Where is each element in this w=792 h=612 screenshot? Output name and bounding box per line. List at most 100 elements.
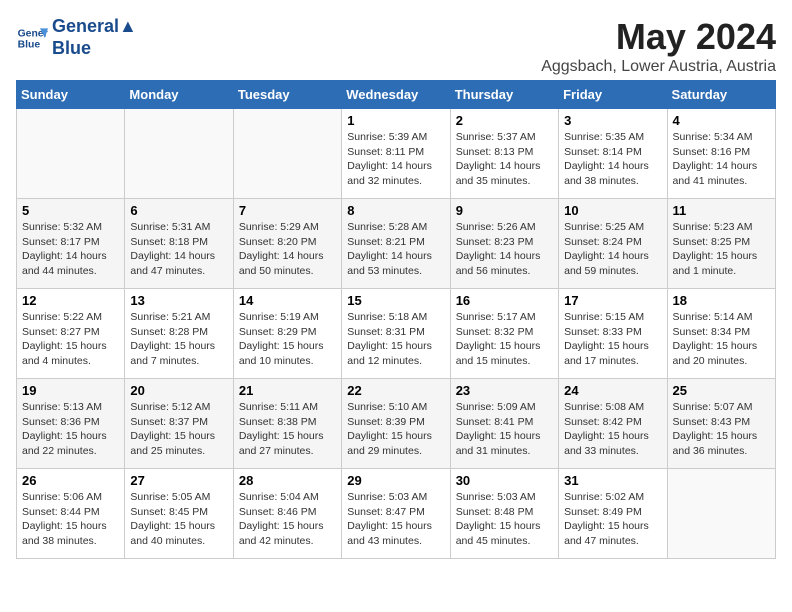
calendar-cell: 26Sunrise: 5:06 AM Sunset: 8:44 PM Dayli…	[17, 469, 125, 559]
day-number: 11	[673, 203, 770, 218]
day-info: Sunrise: 5:07 AM Sunset: 8:43 PM Dayligh…	[673, 400, 770, 459]
calendar-cell	[667, 469, 775, 559]
logo: General Blue General▲ Blue	[16, 16, 137, 59]
day-info: Sunrise: 5:22 AM Sunset: 8:27 PM Dayligh…	[22, 310, 119, 369]
calendar-cell: 8Sunrise: 5:28 AM Sunset: 8:21 PM Daylig…	[342, 199, 450, 289]
day-number: 1	[347, 113, 444, 128]
logo-icon: General Blue	[16, 22, 48, 54]
calendar-cell: 25 Sunrise: 5:07 AM Sunset: 8:43 PM Dayli…	[667, 379, 775, 469]
calendar-week-row: 26Sunrise: 5:06 AM Sunset: 8:44 PM Dayli…	[17, 469, 776, 559]
calendar-header-cell: Wednesday	[342, 81, 450, 109]
day-number: 10	[564, 203, 661, 218]
calendar-cell: 13 Sunrise: 5:21 AM Sunset: 8:28 PM Dayli…	[125, 289, 233, 379]
calendar-header-cell: Monday	[125, 81, 233, 109]
day-info: Sunrise: 5:26 AM Sunset: 8:23 PM Dayligh…	[456, 220, 553, 279]
day-number: 18	[673, 293, 770, 308]
calendar-cell: 6 Sunrise: 5:31 AM Sunset: 8:18 PM Daylig…	[125, 199, 233, 289]
day-number: 24	[564, 383, 661, 398]
calendar-week-row: 19 Sunrise: 5:13 AM Sunset: 8:36 PM Dayli…	[17, 379, 776, 469]
day-info: Sunrise: 5:10 AM Sunset: 8:39 PM Dayligh…	[347, 400, 444, 459]
day-number: 20	[130, 383, 227, 398]
calendar-cell: 3 Sunrise: 5:35 AM Sunset: 8:14 PM Daylig…	[559, 109, 667, 199]
day-number: 27	[130, 473, 227, 488]
day-info: Sunrise: 5:21 AM Sunset: 8:28 PM Dayligh…	[130, 310, 227, 369]
calendar-week-row: 12 Sunrise: 5:22 AM Sunset: 8:27 PM Dayli…	[17, 289, 776, 379]
calendar-cell: 21 Sunrise: 5:11 AM Sunset: 8:38 PM Dayli…	[233, 379, 341, 469]
day-number: 12	[22, 293, 119, 308]
calendar-header-cell: Saturday	[667, 81, 775, 109]
calendar-cell: 1 Sunrise: 5:39 AM Sunset: 8:11 PM Daylig…	[342, 109, 450, 199]
day-info: Sunrise: 5:29 AM Sunset: 8:20 PM Dayligh…	[239, 220, 336, 279]
day-number: 21	[239, 383, 336, 398]
day-number: 25	[673, 383, 770, 398]
day-info: Sunrise: 5:03 AM Sunset: 8:47 PM Dayligh…	[347, 490, 444, 549]
day-info: Sunrise: 5:12 AM Sunset: 8:37 PM Dayligh…	[130, 400, 227, 459]
day-number: 28	[239, 473, 336, 488]
day-number: 13	[130, 293, 227, 308]
calendar-cell: 22 Sunrise: 5:10 AM Sunset: 8:39 PM Dayli…	[342, 379, 450, 469]
day-info: Sunrise: 5:03 AM Sunset: 8:48 PM Dayligh…	[456, 490, 553, 549]
day-number: 29	[347, 473, 444, 488]
calendar-cell: 30 Sunrise: 5:03 AM Sunset: 8:48 PM Dayli…	[450, 469, 558, 559]
day-number: 8	[347, 203, 444, 218]
calendar-title: May 2024	[541, 16, 776, 58]
day-info: Sunrise: 5:23 AM Sunset: 8:25 PM Dayligh…	[673, 220, 770, 279]
day-info: Sunrise: 5:35 AM Sunset: 8:14 PM Dayligh…	[564, 130, 661, 189]
calendar-cell	[17, 109, 125, 199]
day-number: 5	[22, 203, 119, 218]
day-number: 26	[22, 473, 119, 488]
day-info: Sunrise: 5:39 AM Sunset: 8:11 PM Dayligh…	[347, 130, 444, 189]
calendar-cell: 27 Sunrise: 5:05 AM Sunset: 8:45 PM Dayli…	[125, 469, 233, 559]
day-info: Sunrise: 5:14 AM Sunset: 8:34 PM Dayligh…	[673, 310, 770, 369]
day-info: Sunrise: 5:13 AM Sunset: 8:36 PM Dayligh…	[22, 400, 119, 459]
calendar-table: SundayMondayTuesdayWednesdayThursdayFrid…	[16, 80, 776, 559]
calendar-cell: 28Sunrise: 5:04 AM Sunset: 8:46 PM Dayli…	[233, 469, 341, 559]
calendar-cell: 14 Sunrise: 5:19 AM Sunset: 8:29 PM Dayli…	[233, 289, 341, 379]
calendar-header-row: SundayMondayTuesdayWednesdayThursdayFrid…	[17, 81, 776, 109]
calendar-cell: 7 Sunrise: 5:29 AM Sunset: 8:20 PM Daylig…	[233, 199, 341, 289]
day-info: Sunrise: 5:11 AM Sunset: 8:38 PM Dayligh…	[239, 400, 336, 459]
day-number: 7	[239, 203, 336, 218]
calendar-cell: 19 Sunrise: 5:13 AM Sunset: 8:36 PM Dayli…	[17, 379, 125, 469]
day-number: 6	[130, 203, 227, 218]
calendar-cell	[233, 109, 341, 199]
calendar-cell: 11 Sunrise: 5:23 AM Sunset: 8:25 PM Dayli…	[667, 199, 775, 289]
calendar-cell: 2Sunrise: 5:37 AM Sunset: 8:13 PM Daylig…	[450, 109, 558, 199]
calendar-cell: 17Sunrise: 5:15 AM Sunset: 8:33 PM Dayli…	[559, 289, 667, 379]
day-info: Sunrise: 5:05 AM Sunset: 8:45 PM Dayligh…	[130, 490, 227, 549]
day-number: 23	[456, 383, 553, 398]
day-info: Sunrise: 5:34 AM Sunset: 8:16 PM Dayligh…	[673, 130, 770, 189]
day-number: 31	[564, 473, 661, 488]
day-info: Sunrise: 5:31 AM Sunset: 8:18 PM Dayligh…	[130, 220, 227, 279]
day-number: 14	[239, 293, 336, 308]
calendar-cell: 23 Sunrise: 5:09 AM Sunset: 8:41 PM Dayli…	[450, 379, 558, 469]
calendar-cell: 4Sunrise: 5:34 AM Sunset: 8:16 PM Daylig…	[667, 109, 775, 199]
calendar-cell: 10Sunrise: 5:25 AM Sunset: 8:24 PM Dayli…	[559, 199, 667, 289]
day-info: Sunrise: 5:09 AM Sunset: 8:41 PM Dayligh…	[456, 400, 553, 459]
day-info: Sunrise: 5:19 AM Sunset: 8:29 PM Dayligh…	[239, 310, 336, 369]
day-number: 17	[564, 293, 661, 308]
day-number: 19	[22, 383, 119, 398]
day-info: Sunrise: 5:32 AM Sunset: 8:17 PM Dayligh…	[22, 220, 119, 279]
calendar-header-cell: Sunday	[17, 81, 125, 109]
calendar-header-cell: Tuesday	[233, 81, 341, 109]
day-number: 16	[456, 293, 553, 308]
calendar-cell	[125, 109, 233, 199]
header: General Blue General▲ Blue May 2024 Aggs…	[16, 16, 776, 76]
day-number: 22	[347, 383, 444, 398]
day-info: Sunrise: 5:37 AM Sunset: 8:13 PM Dayligh…	[456, 130, 553, 189]
calendar-body: 1 Sunrise: 5:39 AM Sunset: 8:11 PM Daylig…	[17, 109, 776, 559]
calendar-cell: 31Sunrise: 5:02 AM Sunset: 8:49 PM Dayli…	[559, 469, 667, 559]
calendar-cell: 29 Sunrise: 5:03 AM Sunset: 8:47 PM Dayli…	[342, 469, 450, 559]
day-info: Sunrise: 5:18 AM Sunset: 8:31 PM Dayligh…	[347, 310, 444, 369]
day-number: 3	[564, 113, 661, 128]
day-number: 9	[456, 203, 553, 218]
day-number: 30	[456, 473, 553, 488]
day-number: 15	[347, 293, 444, 308]
calendar-cell: 15 Sunrise: 5:18 AM Sunset: 8:31 PM Dayli…	[342, 289, 450, 379]
calendar-cell: 16Sunrise: 5:17 AM Sunset: 8:32 PM Dayli…	[450, 289, 558, 379]
calendar-week-row: 5 Sunrise: 5:32 AM Sunset: 8:17 PM Daylig…	[17, 199, 776, 289]
calendar-subtitle: Aggsbach, Lower Austria, Austria	[541, 58, 776, 76]
calendar-header-cell: Thursday	[450, 81, 558, 109]
calendar-cell: 18 Sunrise: 5:14 AM Sunset: 8:34 PM Dayli…	[667, 289, 775, 379]
